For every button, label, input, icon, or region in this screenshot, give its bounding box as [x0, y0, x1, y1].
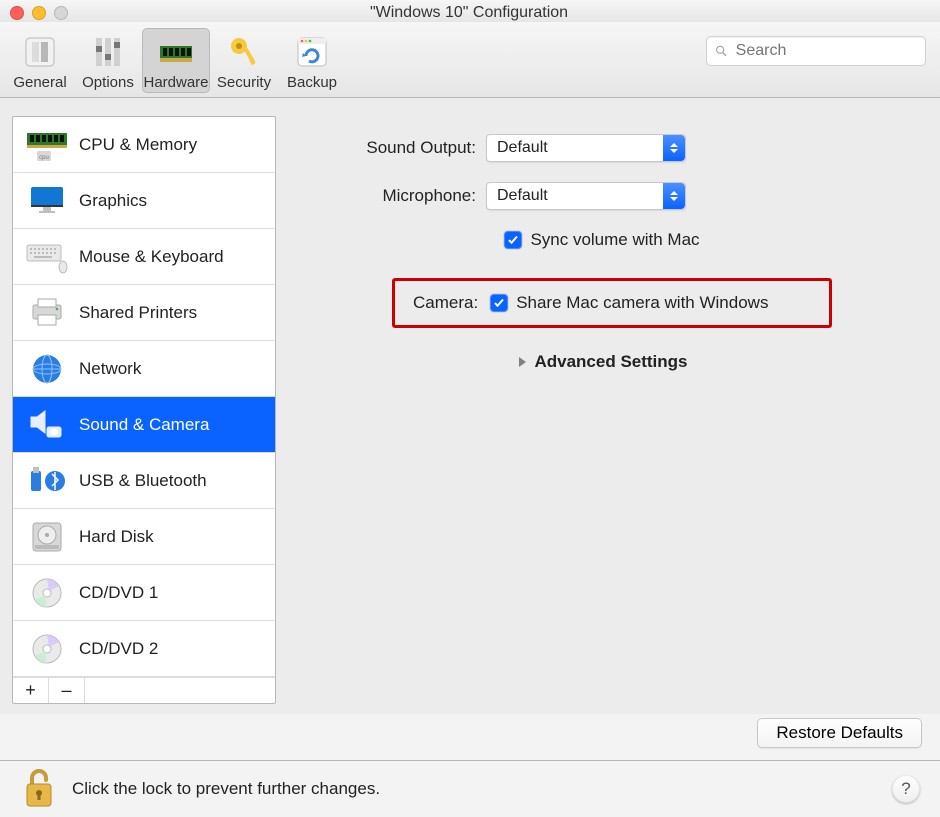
sync-volume-row[interactable]: Sync volume with Mac [296, 230, 908, 250]
printer-icon [25, 295, 69, 331]
help-button[interactable]: ? [892, 775, 920, 803]
sidebar-item-label: CD/DVD 1 [79, 583, 158, 603]
toolbar: General Options Hardware Security Backup [0, 22, 940, 98]
sound-output-row: Sound Output: Default [296, 134, 908, 162]
backup-icon [292, 32, 332, 72]
sidebar-item-shared-printers[interactable]: Shared Printers [13, 285, 275, 341]
sidebar-item-usb-bluetooth[interactable]: USB & Bluetooth [13, 453, 275, 509]
toolbar-tab-label: General [13, 74, 66, 91]
disc-icon [25, 631, 69, 667]
camera-label: Camera: [413, 293, 478, 313]
sidebar-item-label: USB & Bluetooth [79, 471, 207, 491]
ram-icon [156, 32, 196, 72]
toolbar-tab-label: Backup [287, 74, 337, 91]
check-icon [507, 234, 519, 246]
toolbar-tab-security[interactable]: Security [210, 28, 278, 93]
sidebar-item-network[interactable]: Network [13, 341, 275, 397]
restore-defaults-button[interactable]: Restore Defaults [757, 718, 922, 748]
microphone-row: Microphone: Default [296, 182, 908, 210]
toolbar-tab-label: Hardware [143, 74, 208, 91]
sidebar-item-label: Graphics [79, 191, 147, 211]
ram-icon: cpu [25, 127, 69, 163]
help-label: ? [901, 779, 910, 799]
minimize-window-button[interactable] [32, 6, 46, 20]
sidebar-item-cddvd-1[interactable]: CD/DVD 1 [13, 565, 275, 621]
content-area: cpu CPU & Memory Graphics Mouse & Keyboa… [0, 98, 940, 714]
camera-share-checkbox[interactable] [490, 294, 508, 312]
zoom-window-button [54, 6, 68, 20]
toolbar-tab-label: Security [217, 74, 271, 91]
sidebar-item-hard-disk[interactable]: Hard Disk [13, 509, 275, 565]
sound-camera-icon [25, 407, 69, 443]
globe-icon [25, 351, 69, 387]
restore-row: Restore Defaults [0, 714, 940, 760]
check-icon [493, 297, 505, 309]
sidebar-footer: + – [13, 677, 275, 703]
settings-pane: Sound Output: Default Microphone: Defaul… [276, 116, 928, 704]
switch-icon [20, 32, 60, 72]
select-arrows-icon [663, 135, 685, 161]
sound-output-label: Sound Output: [296, 138, 486, 158]
disc-icon [25, 575, 69, 611]
window-title: "Windows 10" Configuration [68, 4, 930, 22]
usb-bluetooth-icon [25, 463, 69, 499]
window-controls[interactable] [10, 6, 68, 20]
advanced-settings-label: Advanced Settings [534, 352, 687, 372]
sound-output-select[interactable]: Default [486, 134, 686, 162]
svg-text:cpu: cpu [39, 155, 49, 161]
toolbar-tab-general[interactable]: General [6, 28, 74, 93]
microphone-select[interactable]: Default [486, 182, 686, 210]
toolbar-tab-label: Options [82, 74, 134, 91]
titlebar: "Windows 10" Configuration [0, 0, 940, 22]
toolbar-tab-backup[interactable]: Backup [278, 28, 346, 93]
monitor-icon [25, 183, 69, 219]
sidebar-item-sound-camera[interactable]: Sound & Camera [13, 397, 275, 453]
sidebar-item-label: Network [79, 359, 141, 379]
hard-disk-icon [25, 519, 69, 555]
sliders-icon [88, 32, 128, 72]
close-window-button[interactable] [10, 6, 24, 20]
microphone-label: Microphone: [296, 186, 486, 206]
camera-share-label: Share Mac camera with Windows [516, 293, 768, 313]
sidebar-item-label: CD/DVD 2 [79, 639, 158, 659]
toolbar-tab-options[interactable]: Options [74, 28, 142, 93]
sidebar-item-label: CPU & Memory [79, 135, 197, 155]
sync-volume-label: Sync volume with Mac [530, 230, 699, 250]
remove-device-button[interactable]: – [49, 678, 85, 703]
advanced-settings-toggle[interactable]: Advanced Settings [296, 352, 908, 372]
toolbar-search[interactable] [706, 36, 926, 66]
sidebar-item-label: Hard Disk [79, 527, 154, 547]
toolbar-tab-hardware[interactable]: Hardware [142, 28, 210, 93]
microphone-value: Default [497, 187, 548, 205]
hardware-sidebar: cpu CPU & Memory Graphics Mouse & Keyboa… [12, 116, 276, 704]
sidebar-item-label: Sound & Camera [79, 415, 209, 435]
key-icon [224, 32, 264, 72]
keyboard-mouse-icon [25, 239, 69, 275]
lock-message: Click the lock to prevent further change… [72, 779, 878, 799]
sidebar-item-graphics[interactable]: Graphics [13, 173, 275, 229]
search-icon [715, 44, 728, 58]
sidebar-item-label: Shared Printers [79, 303, 197, 323]
sidebar-item-label: Mouse & Keyboard [79, 247, 224, 267]
add-device-button[interactable]: + [13, 678, 49, 703]
sidebar-item-mouse-keyboard[interactable]: Mouse & Keyboard [13, 229, 275, 285]
select-arrows-icon [663, 183, 685, 209]
lock-icon[interactable] [20, 766, 58, 812]
sync-volume-checkbox[interactable] [504, 231, 522, 249]
sidebar-item-cpu-memory[interactable]: cpu CPU & Memory [13, 117, 275, 173]
footer: Click the lock to prevent further change… [0, 760, 940, 816]
sidebar-item-cddvd-2[interactable]: CD/DVD 2 [13, 621, 275, 677]
search-input[interactable] [734, 41, 917, 61]
disclosure-triangle-icon [516, 356, 528, 368]
camera-highlight-box: Camera: Share Mac camera with Windows [392, 278, 832, 328]
sound-output-value: Default [497, 139, 548, 157]
